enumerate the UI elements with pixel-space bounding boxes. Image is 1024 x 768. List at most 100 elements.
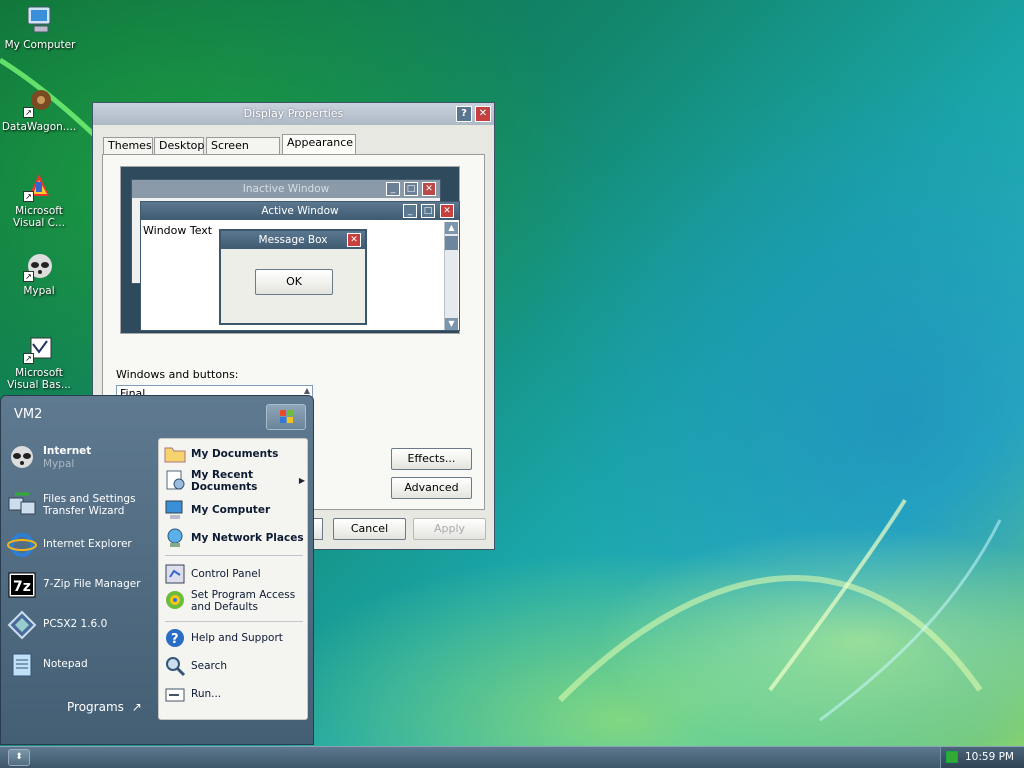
folder-icon: [164, 443, 186, 465]
effects-button[interactable]: Effects...: [391, 448, 472, 470]
start-item-label: Control Panel: [191, 568, 261, 580]
inactive-window-titlebar: Inactive Window _ □ ✕: [132, 180, 440, 198]
tab-screen-saver[interactable]: Screen Saver: [206, 137, 280, 168]
appearance-preview: Inactive Window _ □ ✕ Active Window _ □ …: [120, 166, 460, 334]
window-text-sample: Window Text: [143, 224, 213, 237]
start-item-my-documents[interactable]: My Documents: [161, 441, 307, 467]
start-item-label: Internet Explorer: [43, 538, 132, 550]
desktop-icon-mypal[interactable]: ↗ Mypal: [0, 250, 78, 297]
start-item-label: 7-Zip File Manager: [43, 578, 141, 590]
close-icon: ✕: [440, 204, 454, 218]
start-item-run[interactable]: Run...: [161, 681, 307, 707]
start-item-transfer-wizard[interactable]: Files and Settings Transfer Wizard: [5, 488, 155, 522]
start-button-icon: ⬍: [15, 752, 23, 762]
desktop-icon-my-computer[interactable]: My Computer: [1, 4, 79, 51]
computer-icon: [24, 4, 56, 36]
apply-button[interactable]: Apply: [413, 518, 486, 540]
computer-icon: [164, 499, 186, 521]
start-item-label: Help and Support: [191, 632, 283, 644]
start-menu-header: VM2: [1, 396, 313, 434]
start-item-label: My Network Places: [191, 532, 304, 544]
close-button[interactable]: ✕: [475, 106, 491, 122]
start-item-notepad[interactable]: Notepad: [5, 648, 155, 682]
active-window-title: Active Window: [261, 205, 339, 217]
start-item-pcsx2[interactable]: PCSX2 1.6.0: [5, 608, 155, 642]
start-item-7zip[interactable]: 7z 7-Zip File Manager: [5, 568, 155, 602]
preview-ok-button: OK: [255, 269, 333, 295]
start-item-control-panel[interactable]: Control Panel: [161, 561, 307, 587]
tab-themes[interactable]: Themes: [103, 137, 153, 155]
window-titlebar[interactable]: Display Properties ? ✕: [93, 103, 494, 125]
notepad-icon: [7, 650, 37, 680]
pcsx2-icon: [7, 610, 37, 640]
start-right-column: My Documents My Recent Documents ▶ My Co…: [158, 438, 308, 720]
run-icon: [164, 683, 186, 705]
svg-text:7z: 7z: [13, 579, 31, 595]
start-item-internet-explorer[interactable]: Internet Explorer: [5, 528, 155, 562]
start-item-network-places[interactable]: My Network Places: [161, 525, 307, 551]
start-menu: VM2 Internet Mypal Files and Settings Tr…: [0, 395, 314, 745]
start-item-label: Internet: [43, 445, 92, 457]
system-tray: 10:59 PM: [940, 747, 1024, 768]
tab-desktop[interactable]: Desktop: [154, 137, 204, 155]
help-button[interactable]: ?: [456, 106, 472, 122]
internet-explorer-icon: [7, 530, 37, 560]
user-name: VM2: [14, 407, 43, 422]
start-item-program-access[interactable]: Set Program Access and Defaults: [161, 587, 307, 617]
start-item-label: My Computer: [191, 504, 271, 516]
window-title: Display Properties: [243, 107, 344, 120]
desktop-icon-visual-basic[interactable]: ↗ Microsoft Visual Bas...: [0, 332, 78, 391]
preview-message-box: Message Box ✕ OK: [219, 229, 367, 325]
clock[interactable]: 10:59 PM: [965, 747, 1014, 768]
start-item-recent-documents[interactable]: My Recent Documents ▶: [161, 467, 307, 497]
desktop-icon-label: Microsoft Visual Bas...: [7, 367, 71, 391]
start-item-search[interactable]: Search: [161, 653, 307, 679]
inactive-window-title: Inactive Window: [242, 183, 330, 195]
message-box-titlebar: Message Box ✕: [221, 231, 365, 249]
start-item-label: Files and Settings Transfer Wizard: [43, 493, 136, 517]
start-item-label: Set Program Access and Defaults: [191, 589, 296, 613]
desktop-icon-label: DataWagon....: [1, 121, 77, 133]
visual-studio-icon: ↗: [23, 170, 55, 202]
gear-icon: ↗: [23, 86, 55, 118]
desktop-icon-datawagon[interactable]: ↗ DataWagon....: [0, 86, 78, 133]
start-item-my-computer[interactable]: My Computer: [161, 497, 307, 523]
start-item-label: My Recent Documents: [191, 469, 258, 493]
start-item-help-support[interactable]: ? Help and Support: [161, 625, 307, 651]
taskbar: ⬍ 10:59 PM: [0, 746, 1024, 768]
start-item-label: PCSX2 1.6.0: [43, 618, 108, 630]
transfer-wizard-icon: [7, 490, 37, 520]
visual-basic-icon: ↗: [23, 332, 55, 364]
start-item-label: My Documents: [191, 448, 279, 460]
message-box-title: Message Box: [258, 234, 328, 246]
chevron-up-icon: ▲: [303, 386, 310, 395]
minimize-icon: _: [403, 204, 417, 218]
network-tray-icon[interactable]: [946, 751, 958, 763]
preview-scrollbar: ▲ ▼: [444, 222, 458, 330]
search-icon: [164, 655, 186, 677]
active-window-titlebar: Active Window _ □ ✕: [141, 202, 459, 220]
arrow-icon: ↗: [131, 700, 142, 714]
desktop-icon-label: Microsoft Visual C...: [12, 205, 66, 229]
desktop-icon-label: Mypal: [23, 285, 55, 297]
desktop-icon-visual-c[interactable]: ↗ Microsoft Visual C...: [0, 170, 78, 229]
start-item-sublabel: Mypal: [43, 458, 75, 470]
scroll-down-icon: ▼: [445, 318, 458, 330]
tab-appearance[interactable]: Appearance: [282, 134, 356, 156]
help-icon: ?: [164, 627, 186, 649]
cancel-button[interactable]: Cancel: [333, 518, 406, 540]
all-programs-label: Programs: [67, 700, 124, 714]
advanced-button[interactable]: Advanced: [391, 477, 472, 499]
seven-zip-icon: 7z: [7, 570, 37, 600]
raccoon-icon: [7, 442, 37, 472]
start-button[interactable]: ⬍: [8, 749, 30, 766]
start-left-column: Internet Mypal Files and Settings Transf…: [1, 436, 157, 744]
maximize-icon: □: [404, 182, 418, 196]
control-panel-icon: [164, 563, 186, 585]
all-programs-button[interactable]: Programs ↗: [67, 700, 142, 714]
menu-separator: [165, 555, 303, 556]
chevron-right-icon: ▶: [298, 476, 305, 485]
start-item-label: Run...: [191, 688, 222, 700]
start-item-internet[interactable]: Internet Mypal: [5, 440, 155, 474]
recent-documents-icon: [164, 469, 186, 491]
